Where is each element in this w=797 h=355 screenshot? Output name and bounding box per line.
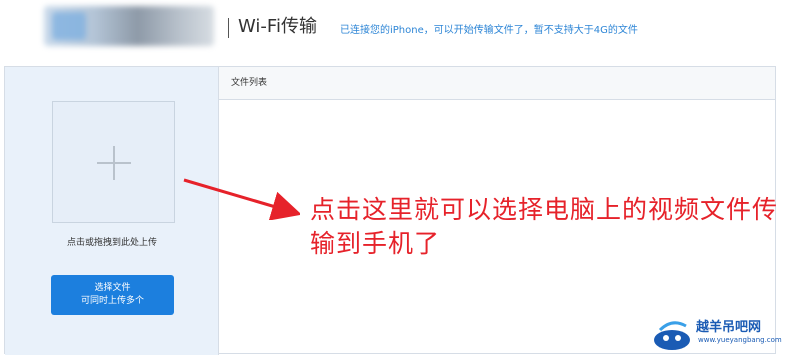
select-file-button[interactable]: 选择文件 可同时上传多个: [51, 275, 174, 315]
site-watermark: 越羊吊吧网 www.yueyangbang.com: [652, 312, 797, 354]
watermark-url: www.yueyangbang.com: [698, 336, 782, 344]
drop-hint-text: 点击或拖拽到此处上传: [66, 238, 157, 248]
watermark-logo-icon: [654, 321, 690, 350]
select-file-button-sublabel: 可同时上传多个: [80, 296, 144, 306]
annotation-arrow-icon: [183, 178, 300, 220]
upload-dropzone[interactable]: [52, 101, 175, 223]
header-divider: [228, 18, 229, 38]
instruction-annotation: 点击这里就可以选择电脑上的视频文件传输到手机了: [310, 195, 779, 258]
watermark-site-name: 越羊吊吧网: [696, 320, 762, 335]
app-header: Wi-Fi传输 已连接您的iPhone，可以开始传输文件了，暂不支持大于4G的文…: [0, 0, 797, 62]
select-file-button-label: 选择文件: [94, 283, 131, 293]
file-list-header: 文件列表: [219, 67, 775, 100]
file-list-title: 文件列表: [231, 78, 268, 88]
page-title: Wi-Fi传输: [238, 16, 317, 37]
app-logo: [44, 6, 214, 46]
connection-status-text: 已连接您的iPhone，可以开始传输文件了，暂不支持大于4G的文件: [340, 25, 638, 36]
